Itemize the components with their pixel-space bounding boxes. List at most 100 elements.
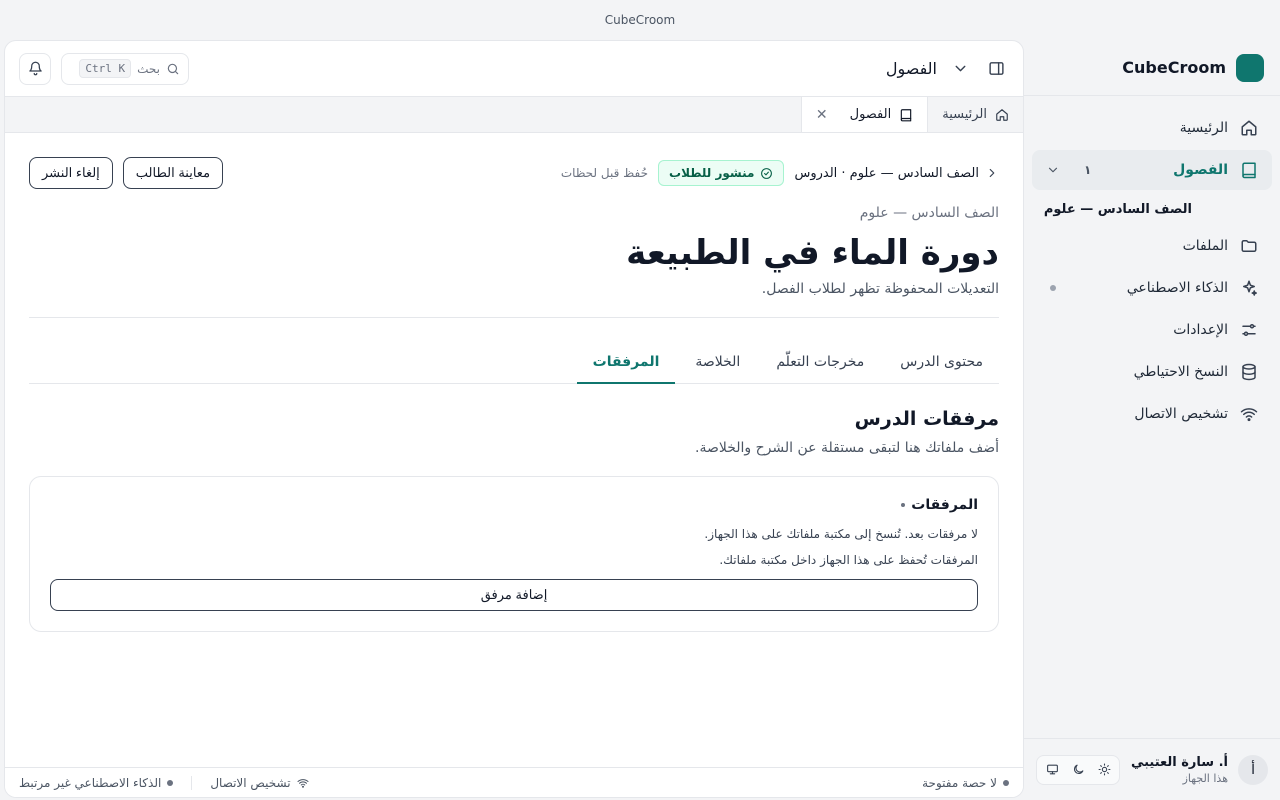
tab-learning-outcomes[interactable]: مخرجات التعلّم bbox=[760, 340, 880, 383]
lesson-subject: الصف السادس — علوم bbox=[859, 205, 999, 221]
sliders-icon bbox=[1240, 321, 1258, 339]
book-icon bbox=[899, 108, 913, 122]
connection-status-label: تشخيص الاتصال bbox=[210, 775, 291, 790]
tab-lesson-content[interactable]: محتوى الدرس bbox=[884, 340, 999, 383]
close-icon[interactable]: ✕ bbox=[816, 107, 828, 123]
status-dot bbox=[1050, 285, 1056, 291]
sidebar-item-label: الإعدادات bbox=[1173, 322, 1228, 338]
card-title-label: المرفقات bbox=[911, 497, 978, 514]
sidebar-item-label: النسخ الاحتياطي bbox=[1133, 364, 1228, 380]
lesson-description: التعديلات المحفوظة تظهر لطلاب الفصل. bbox=[761, 281, 999, 298]
page-title: دورة الماء في الطبيعة bbox=[626, 233, 999, 273]
home-icon bbox=[1240, 119, 1258, 137]
search-shortcut: Ctrl K bbox=[79, 59, 132, 78]
database-icon bbox=[1240, 363, 1258, 381]
sidebar-item-classes[interactable]: الفصول ١ bbox=[1032, 150, 1272, 190]
session-status: لا حصة مفتوحة bbox=[922, 776, 1009, 790]
main-panel: الفصول بحث Ctrl K الرئيسية الفصول ✕ الصف… bbox=[4, 40, 1024, 798]
section-description: أضف ملفاتك هنا لتبقى مستقلة عن الشرح وال… bbox=[695, 440, 999, 457]
lesson-header-row: الصف السادس — علوم · الدروس منشور للطلاب… bbox=[29, 157, 999, 189]
user-block: أ. سارة العتيبي هذا الجهاز bbox=[1130, 755, 1228, 785]
tab-strip: الرئيسية الفصول ✕ bbox=[5, 97, 1023, 133]
check-circle-icon bbox=[760, 167, 773, 180]
wifi-icon bbox=[297, 777, 309, 789]
chevron-down-icon[interactable] bbox=[947, 56, 973, 82]
tab-classes[interactable]: الفصول ✕ bbox=[800, 97, 928, 132]
bell-icon bbox=[28, 61, 43, 76]
monitor-icon[interactable] bbox=[1040, 759, 1064, 781]
sidebar-footer: أ أ. سارة العتيبي هذا الجهاز bbox=[1024, 738, 1280, 800]
status-dot bbox=[167, 779, 174, 786]
sidebar-item-label: الفصول bbox=[1173, 162, 1228, 178]
search-placeholder: بحث bbox=[137, 61, 160, 76]
content-tabs: محتوى الدرس مخرجات التعلّم الخلاصة المرف… bbox=[29, 340, 999, 385]
page-title-topbar[interactable]: الفصول bbox=[886, 59, 937, 78]
ai-status[interactable]: الذكاء الاصطناعي غير مرتبط bbox=[19, 775, 174, 790]
empty-state-text: لا مرفقات بعد. تُنسخ إلى مكتبة ملفاتك عل… bbox=[704, 527, 978, 542]
sidebar-item-label: الذكاء الاصطناعي bbox=[1126, 280, 1228, 296]
sidebar-nav: الرئيسية الفصول ١ الصف السادس — علوم الم… bbox=[1024, 96, 1280, 448]
status-dot bbox=[1003, 779, 1009, 786]
sidebar-item-files[interactable]: الملفات bbox=[1032, 226, 1272, 266]
sidebar-subitem-class[interactable]: الصف السادس — علوم bbox=[1032, 192, 1272, 226]
title-dot bbox=[901, 503, 906, 508]
brand[interactable]: CubeCroom bbox=[1024, 40, 1280, 96]
add-attachment-button[interactable]: إضافة مرفق bbox=[50, 579, 978, 612]
sidebar-item-label: الملفات bbox=[1182, 238, 1228, 254]
sidebar-item-home[interactable]: الرئيسية bbox=[1032, 108, 1272, 148]
user-name: أ. سارة العتيبي bbox=[1130, 754, 1228, 770]
sidebar-item-backup[interactable]: النسخ الاحتياطي bbox=[1032, 352, 1272, 392]
avatar[interactable]: أ bbox=[1238, 754, 1268, 785]
breadcrumb-text: الصف السادس — علوم · الدروس bbox=[794, 165, 979, 181]
storage-note: المرفقات تُحفظ على هذا الجهاز داخل مكتبة… bbox=[719, 553, 978, 568]
student-preview-button[interactable]: معاينة الطالب bbox=[122, 157, 224, 189]
ai-status-label: الذكاء الاصطناعي غير مرتبط bbox=[19, 775, 162, 790]
topbar: الفصول بحث Ctrl K bbox=[5, 41, 1023, 97]
sidebar-item-ai[interactable]: الذكاء الاصطناعي bbox=[1032, 268, 1272, 308]
connection-status[interactable]: تشخيص الاتصال bbox=[210, 775, 309, 790]
attachments-card: المرفقات لا مرفقات بعد. تُنسخ إلى مكتبة … bbox=[29, 476, 999, 633]
window-titlebar: CubeCroom bbox=[0, 0, 1280, 40]
home-icon bbox=[995, 108, 1009, 122]
section-title: مرفقات الدرس bbox=[854, 408, 999, 431]
sun-icon[interactable] bbox=[1092, 759, 1116, 781]
sidebar-item-connection[interactable]: تشخيص الاتصال bbox=[1032, 394, 1272, 434]
sparkles-icon bbox=[1240, 279, 1258, 297]
book-icon bbox=[1240, 161, 1258, 179]
tab-label: الرئيسية bbox=[942, 107, 987, 122]
sidebar-item-label: الرئيسية bbox=[1179, 120, 1228, 136]
unpublish-button[interactable]: إلغاء النشر bbox=[29, 157, 113, 189]
status-bar: لا حصة مفتوحة تشخيص الاتصال الذكاء الاصط… bbox=[5, 767, 1023, 797]
status-badge: منشور للطلاب bbox=[658, 160, 785, 186]
brand-logo bbox=[1236, 53, 1264, 82]
theme-switcher bbox=[1036, 754, 1120, 785]
content-area: الصف السادس — علوم · الدروس منشور للطلاب… bbox=[5, 133, 1023, 633]
tab-summary[interactable]: الخلاصة bbox=[679, 340, 756, 383]
divider bbox=[29, 317, 999, 319]
tab-attachments[interactable]: المرفقات bbox=[576, 340, 676, 385]
tab-home[interactable]: الرئيسية bbox=[927, 97, 1023, 132]
breadcrumb[interactable]: الصف السادس — علوم · الدروس bbox=[794, 166, 999, 181]
sidebar: CubeCroom الرئيسية الفصول ١ الصف السادس … bbox=[1024, 40, 1280, 800]
chevron-right-icon bbox=[985, 166, 999, 180]
search-input[interactable]: بحث Ctrl K bbox=[61, 52, 189, 85]
search-icon bbox=[166, 62, 180, 76]
chevron-down-icon[interactable] bbox=[1046, 163, 1060, 177]
sidebar-toggle-icon[interactable] bbox=[983, 56, 1009, 82]
brand-name: CubeCroom bbox=[1122, 58, 1226, 77]
status-badge-label: منشور للطلاب bbox=[669, 166, 755, 180]
folder-icon bbox=[1240, 237, 1258, 255]
session-status-label: لا حصة مفتوحة bbox=[922, 775, 997, 790]
sidebar-item-settings[interactable]: الإعدادات bbox=[1032, 310, 1272, 350]
saved-indicator: حُفظ قبل لحظات bbox=[560, 166, 649, 180]
wifi-icon bbox=[1240, 405, 1258, 423]
moon-icon[interactable] bbox=[1066, 759, 1090, 781]
window-title: CubeCroom bbox=[604, 13, 676, 27]
user-device: هذا الجهاز bbox=[1182, 771, 1228, 785]
sidebar-item-label: تشخيص الاتصال bbox=[1134, 406, 1228, 422]
tab-label: الفصول bbox=[849, 107, 892, 122]
status-separator bbox=[191, 775, 193, 790]
notifications-button[interactable] bbox=[19, 52, 51, 85]
sidebar-item-count: ١ bbox=[1084, 163, 1092, 177]
card-title: المرفقات bbox=[50, 497, 978, 513]
